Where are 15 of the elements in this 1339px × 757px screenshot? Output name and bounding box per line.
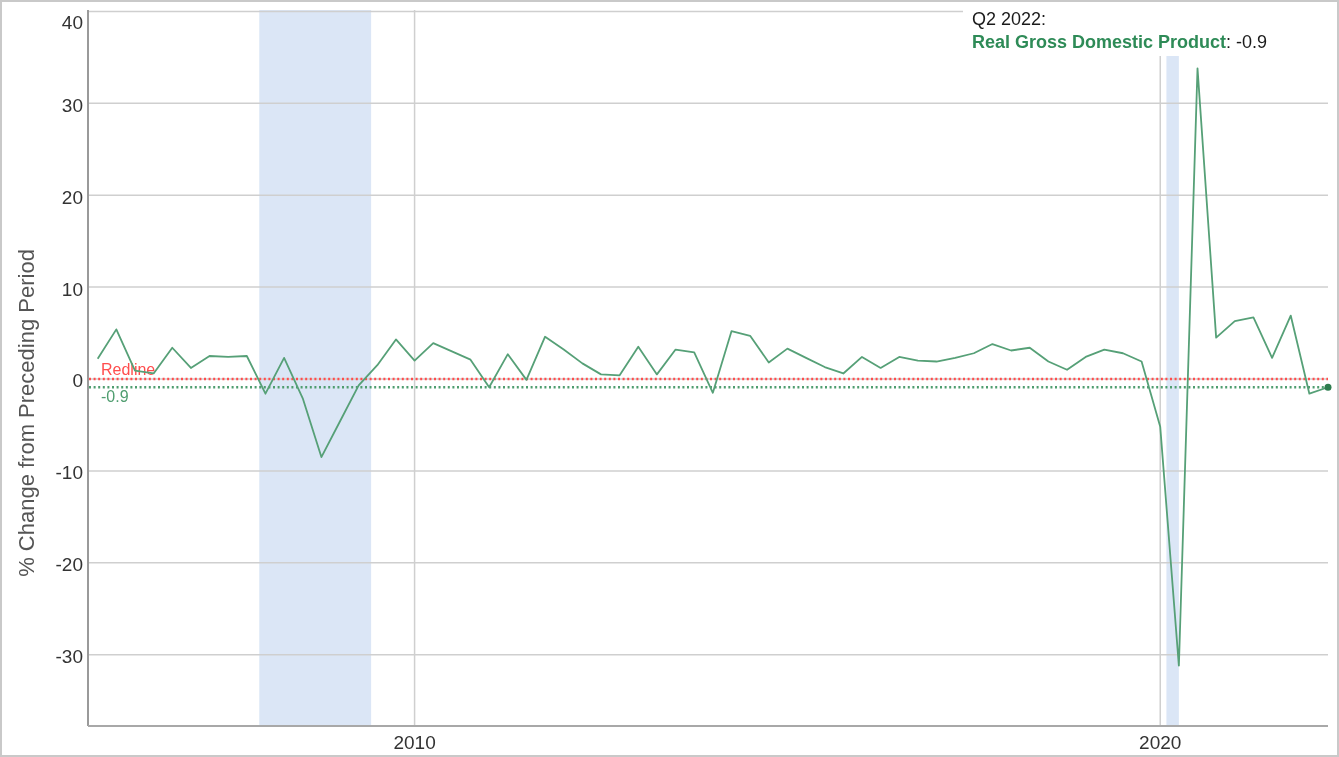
y-tick-label: -20 — [55, 554, 83, 576]
x-tick-label: 2010 — [393, 731, 436, 753]
highlighted-point — [1324, 383, 1332, 391]
tooltip-date: Q2 2022: — [972, 8, 1047, 31]
y-tick-label: 40 — [61, 11, 83, 33]
reference-line-label: -0.9 — [101, 388, 129, 406]
y-tick-label: -30 — [55, 646, 83, 668]
y-tick-label: 10 — [61, 278, 83, 300]
y-tick-label: -10 — [55, 462, 83, 484]
x-tick-label: 2020 — [1139, 731, 1182, 753]
y-axis-title: % Change from Preceding Period — [13, 249, 39, 577]
y-tick-label: 30 — [61, 94, 83, 116]
y-tick-label: 0 — [72, 370, 83, 392]
y-tick-label: 20 — [61, 186, 83, 208]
tooltip-value: Real Gross Domestic Product: -0.9 — [972, 31, 1268, 54]
